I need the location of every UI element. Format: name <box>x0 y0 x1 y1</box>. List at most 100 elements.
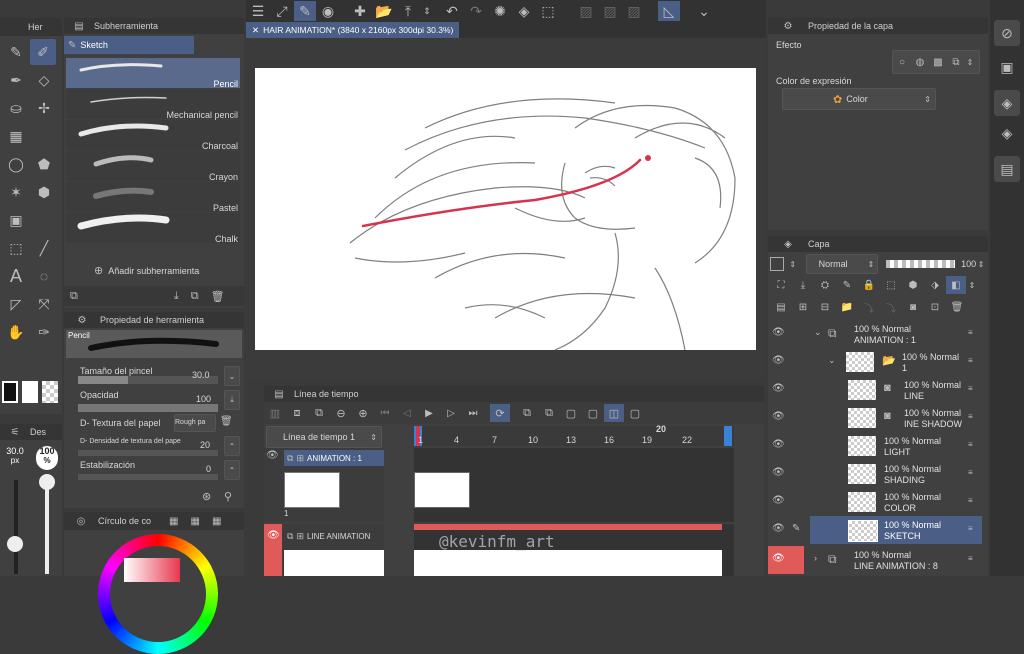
undo-icon[interactable]: ↶ <box>440 3 464 20</box>
clip-icon[interactable]: ⤓ <box>792 280 814 291</box>
layer-eye-icon[interactable]: 👁 <box>772 439 785 450</box>
next-frame-icon[interactable]: ▷ <box>440 408 462 419</box>
sub-view-icon[interactable]: ▣ <box>994 54 1020 80</box>
timeline-settings-icon[interactable]: ⧉ <box>308 407 330 420</box>
layer-toolbar-stepper-icon[interactable]: ⇕ <box>966 281 978 290</box>
new-timeline-icon[interactable]: ▥ <box>264 407 286 420</box>
menu-icon[interactable]: ☰ <box>246 3 270 20</box>
document-tab-close-icon[interactable]: ✕ <box>252 25 259 36</box>
folder-collapse-icon[interactable]: ⌄ <box>814 327 822 338</box>
trash-icon[interactable]: 🗑 <box>211 290 225 303</box>
layer-row-folder-1[interactable]: 👁 ⌄ 📂 100 % Normal 1 ≡ <box>768 348 984 377</box>
tool-search-icon[interactable]: ⚲ <box>224 490 232 503</box>
transform-icon[interactable]: ⬚ <box>536 3 560 20</box>
track1-cel-thumbnail[interactable] <box>284 472 340 508</box>
cancel-selection-icon[interactable]: ▨ <box>574 3 598 20</box>
opacity-slider-track[interactable] <box>45 480 49 574</box>
track-visibility-eye-icon[interactable]: 👁 <box>266 450 279 461</box>
settings-icon[interactable]: ⚟ <box>0 427 30 438</box>
folder-expand-icon[interactable]: › <box>814 553 817 563</box>
fill-icon[interactable]: ◈ <box>512 3 536 20</box>
layer-row-line-shadow[interactable]: 👁 ◙ 100 % Normal INE SHADOW ≡ <box>768 404 984 433</box>
add-subtool-button[interactable]: ⊕ Añadir subherramienta <box>94 264 199 277</box>
paper-density-value[interactable]: 20 <box>200 440 210 450</box>
layer-row-line-animation[interactable]: 👁 › ⧉ 100 % Normal LINE ANIMATION : 8 ≡ <box>768 546 984 574</box>
track1-frame-cel[interactable] <box>414 472 470 508</box>
layer-eye-icon[interactable]: 👁 <box>772 467 785 478</box>
blend-tool-icon[interactable]: ✢ <box>30 94 58 122</box>
line-tool-icon[interactable]: ╱ <box>30 234 58 262</box>
first-frame-icon[interactable]: ⏮ <box>374 408 396 419</box>
ruler-tool-icon[interactable]: ▦ <box>2 122 30 150</box>
navigator-icon[interactable]: ⊘ <box>994 20 1020 46</box>
layer-handle-icon[interactable]: ≡ <box>968 524 973 533</box>
lock-icon[interactable]: 🔒 <box>858 280 880 291</box>
new-file-icon[interactable]: ✚ <box>348 3 372 20</box>
layer-row-animation[interactable]: 👁 ⌄ ⧉ 100 % Normal ANIMATION : 1 ≡ <box>768 320 984 349</box>
layer-handle-icon[interactable]: ≡ <box>968 328 973 337</box>
pen-tool-icon[interactable]: ✎ <box>2 38 30 66</box>
quick-access-icon[interactable]: ◉ <box>316 3 340 20</box>
paint-bucket-icon[interactable]: ⬢ <box>30 178 58 206</box>
loading-icon[interactable]: ✺ <box>488 3 512 20</box>
combine-down-icon[interactable]: ⤵ <box>880 300 902 315</box>
layer-opacity-slider[interactable] <box>886 260 956 268</box>
transparent-color-swatch[interactable] <box>42 381 58 403</box>
gradient-tool-icon[interactable]: ▣ <box>2 206 30 234</box>
import-icon[interactable]: ⤓ <box>174 290 179 303</box>
size-slider-track[interactable] <box>14 480 18 574</box>
layer-row-color[interactable]: 👁 100 % Normal COLOR ≡ <box>768 488 984 517</box>
layer-handle-icon[interactable]: ≡ <box>968 440 973 449</box>
opacity-value[interactable]: 100 <box>196 394 211 404</box>
layer-row-light[interactable]: 👁 100 % Normal LIGHT ≡ <box>768 432 984 461</box>
frame-tool-icon[interactable]: ◸ <box>2 290 30 318</box>
selection-fill-icon[interactable]: ⬟ <box>30 150 58 178</box>
drawing-canvas[interactable] <box>255 68 756 350</box>
fill-tool-icon[interactable]: ⛀ <box>2 94 30 122</box>
new-cel-icon[interactable]: ⧉ <box>516 407 538 420</box>
paper-density-slider[interactable] <box>78 450 218 456</box>
layer-panel-menu-icon[interactable]: ▤ <box>770 302 792 313</box>
sub-color-swatch[interactable] <box>22 381 38 403</box>
text-tool-icon[interactable]: A <box>2 262 30 290</box>
fit-window-icon[interactable]: ⤢ <box>270 3 294 20</box>
open-folder-icon[interactable]: 📂 <box>372 3 396 20</box>
zoom-in-icon[interactable]: ⊕ <box>352 407 374 420</box>
stabilization-stepper[interactable]: ⌃ <box>224 460 240 480</box>
eyedropper-tool-icon[interactable]: ✑ <box>30 318 58 346</box>
layer-row-sketch[interactable]: 👁 ✎ 100 % Normal SKETCH ≡ <box>768 516 984 544</box>
track2-cel-thumbnail[interactable] <box>284 550 384 576</box>
document-tab[interactable]: ✕ HAIR ANIMATION* (3840 x 2160px 300dpi … <box>246 22 460 38</box>
expression-color-select[interactable]: ✿ Color ⇕ <box>782 88 936 110</box>
mask-icon[interactable]: ⬢ <box>902 280 924 291</box>
eraser-tool-icon[interactable]: ◇ <box>30 66 58 94</box>
blend-mode-select[interactable]: Normal ⇕ <box>805 254 879 274</box>
layer-handle-icon[interactable]: ≡ <box>968 554 973 563</box>
layer-handle-icon[interactable]: ≡ <box>968 468 973 477</box>
layer-eye-icon[interactable]: 👁 <box>772 523 785 534</box>
brush-size-dropdown-icon[interactable]: ⌄ <box>224 366 240 386</box>
last-frame-icon[interactable]: ⏭ <box>462 408 484 419</box>
animation-cels-icon[interactable]: ▤ <box>994 156 1020 182</box>
pencil-tool-icon[interactable]: ✐ <box>30 39 56 65</box>
light-table-icon[interactable]: ▢ <box>624 407 646 420</box>
onion-skin-icon[interactable]: ◫ <box>604 404 624 422</box>
new-raster-layer-icon[interactable]: ⊞ <box>792 302 814 313</box>
opacity-slider-thumb[interactable] <box>39 474 55 490</box>
assign-cel-icon[interactable]: ⧉ <box>538 407 560 420</box>
ruler-snap-icon[interactable]: ◺ <box>658 1 680 21</box>
layer-color-icon[interactable]: ◧ <box>946 276 966 294</box>
opacity-dropdown-icon[interactable]: ⤓ <box>224 390 240 410</box>
transfer-down-icon[interactable]: ⤵ <box>858 300 880 315</box>
cel-delete-icon[interactable]: ▢ <box>582 407 604 420</box>
subtool-menu-icon[interactable]: ⧉ <box>70 290 78 303</box>
layer-eye-icon[interactable]: 👁 <box>772 355 785 366</box>
playhead-end-marker[interactable] <box>724 426 732 446</box>
layer-side-icon[interactable]: ◈ <box>994 120 1020 146</box>
collapse-chevron-icon[interactable]: ⌄ <box>694 3 714 20</box>
layer-color-box[interactable] <box>770 257 784 271</box>
layer-handle-icon[interactable]: ≡ <box>968 412 973 421</box>
prev-frame-icon[interactable]: ◁ <box>396 408 418 419</box>
edit-icon[interactable]: ✎ <box>294 1 316 21</box>
track-header-line-animation[interactable]: ⧉ ⊞ LINE ANIMATION <box>284 528 384 544</box>
